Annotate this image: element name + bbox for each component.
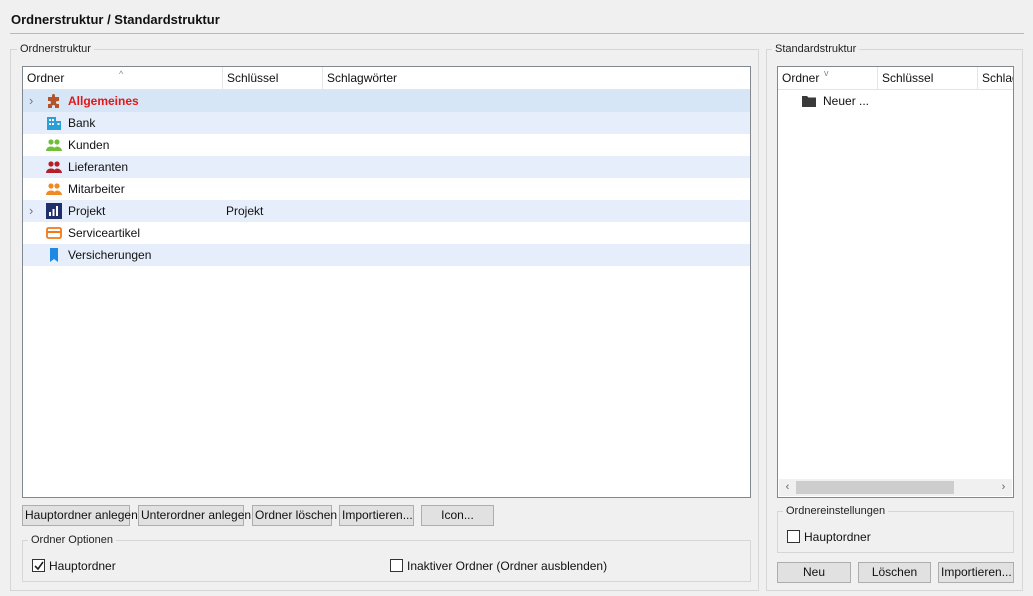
folder-row-mitarbeiter[interactable]: Mitarbeiter [23,178,750,200]
checkmark-icon [34,561,44,571]
delete-button[interactable]: Löschen [858,562,931,583]
scrollbar-thumb[interactable] [796,481,954,494]
standard-tree-list[interactable]: Ordner v Schlüssel Schlagwörter Neuer ..… [777,66,1014,498]
folder-row-projekt[interactable]: › Projekt Projekt [23,200,750,222]
folder-icon [802,96,816,107]
column-label-ordner: Ordner [782,71,820,85]
import-button[interactable]: Importieren... [339,505,414,526]
standard-import-button[interactable]: Importieren... [938,562,1014,583]
standard-folder-row[interactable]: Neuer ... [778,90,1013,112]
building-icon [47,117,61,130]
sort-descending-icon: v [824,68,829,78]
standard-main-folder-label: Hauptordner [804,530,871,544]
column-header-schlagwoerter[interactable]: Schlagwörter [323,67,750,90]
expand-chevron-icon[interactable]: › [29,93,39,109]
chart-icon [46,203,62,219]
folder-label: Serviceartikel [68,226,141,240]
inactive-folder-label: Inaktiver Ordner (Ordner ausblenden) [407,559,608,573]
add-subfolder-button[interactable]: Unterordner anlegen [138,505,251,526]
column-label-ordner: Ordner [27,71,65,85]
column-label-schlagwoerter: Schlagwörter [982,71,1013,85]
title-divider [10,33,1024,34]
folder-options-legend: Ordner Optionen [28,534,116,546]
standard-main-folder-checkbox[interactable] [787,530,800,543]
column-label-schluessel: Schlüssel [882,71,934,85]
icon-button[interactable]: Icon... [421,505,494,526]
folder-label: Versicherungen [68,248,152,262]
folder-label: Allgemeines [68,94,139,108]
folder-label: Neuer ... [823,94,870,108]
horizontal-scrollbar[interactable]: ‹ › [779,479,1012,496]
folder-label: Projekt [68,204,106,218]
column-label-schluessel: Schlüssel [227,71,279,85]
folder-row-allgemeines[interactable]: › Allgemeines [23,90,750,112]
column-header-schluessel[interactable]: Schlüssel [223,67,323,90]
sort-ascending-icon: ^ [119,69,124,79]
folder-tree-list[interactable]: Ordner ^ Schlüssel Schlagwörter › Allgem… [22,66,751,498]
folder-label: Lieferanten [68,160,129,174]
card-icon [46,227,62,239]
folder-settings-group: Ordnereinstellungen Hauptordner [777,505,1014,553]
people-red-icon [46,161,62,173]
standard-list-header: Ordner v Schlüssel Schlagwörter [778,67,1013,90]
column-header-ordner[interactable]: Ordner ^ [23,67,223,90]
folder-key: Projekt [226,204,264,218]
scroll-left-icon[interactable]: ‹ [779,479,796,496]
inactive-folder-checkbox[interactable] [390,559,403,572]
column-header-schluessel[interactable]: Schlüssel [878,67,978,90]
folder-options-group: Ordner Optionen Hauptordner Inaktiver Or… [22,534,751,582]
column-header-ordner[interactable]: Ordner v [778,67,878,90]
folder-row-kunden[interactable]: Kunden [23,134,750,156]
column-header-schlagwoerter[interactable]: Schlagwörter [978,67,1013,90]
folder-label: Bank [68,116,96,130]
standardstruktur-legend: Standardstruktur [772,43,860,55]
main-folder-checkbox[interactable] [32,559,45,572]
folder-row-serviceartikel[interactable]: Serviceartikel [23,222,750,244]
folder-list-header: Ordner ^ Schlüssel Schlagwörter [23,67,750,90]
add-main-folder-button[interactable]: Hauptordner anlegen [22,505,138,526]
ordnerstruktur-panel: Ordnerstruktur Ordner ^ Schlüssel Schlag… [10,43,759,591]
puzzle-icon [48,94,59,108]
expand-chevron-icon[interactable]: › [29,203,39,219]
standardstruktur-panel: Standardstruktur Ordner v Schlüssel Schl… [766,43,1023,591]
new-button[interactable]: Neu [777,562,851,583]
people-orange-icon [46,183,62,195]
bookmark-icon [50,248,58,262]
delete-folder-button[interactable]: Ordner löschen [252,505,337,526]
people-green-icon [46,139,62,151]
ordnerstruktur-legend: Ordnerstruktur [17,43,94,55]
main-folder-label: Hauptordner [49,559,116,573]
scroll-right-icon[interactable]: › [995,479,1012,496]
folder-label: Mitarbeiter [68,182,125,196]
folder-row-lieferanten[interactable]: Lieferanten [23,156,750,178]
folder-row-versicherungen[interactable]: Versicherungen [23,244,750,266]
folder-row-bank[interactable]: Bank [23,112,750,134]
column-label-schlagwoerter: Schlagwörter [327,71,398,85]
folder-settings-legend: Ordnereinstellungen [783,505,889,517]
page-title: Ordnerstruktur / Standardstruktur [11,12,220,27]
folder-label: Kunden [68,138,110,152]
